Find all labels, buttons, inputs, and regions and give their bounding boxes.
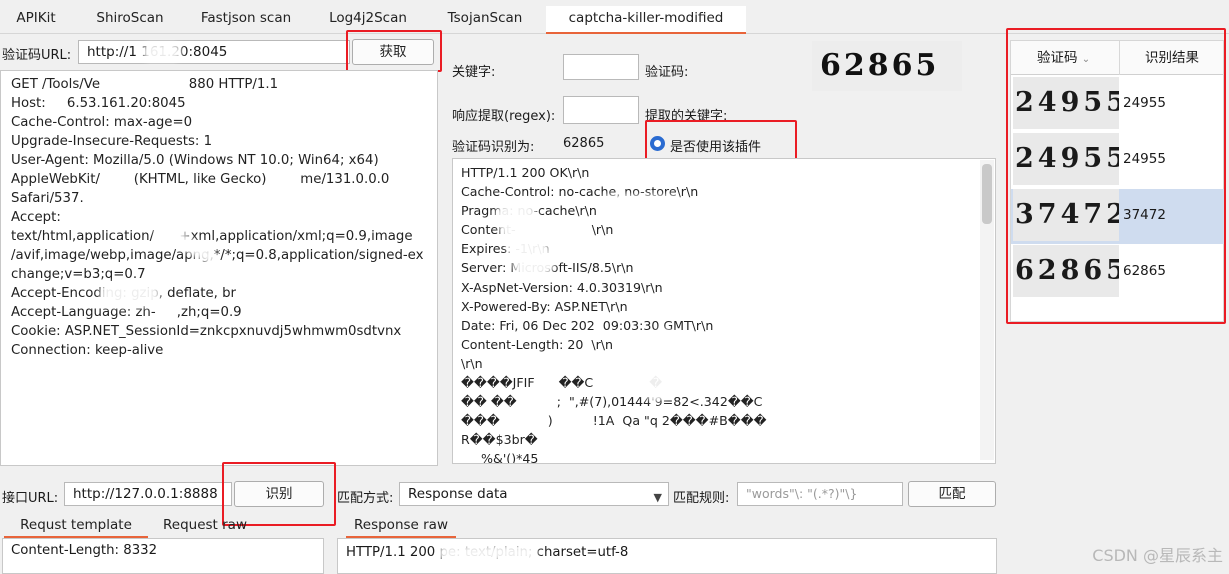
text-line: R��$3br� <box>461 432 538 448</box>
regex-input[interactable] <box>563 96 639 124</box>
sort-icon: ⌄ <box>1081 54 1091 65</box>
match-rule-label: 匹配规则: <box>673 491 730 506</box>
request-lines: GET /Tools/Ve 880 HTTP/1.1 Host: 6.53.161… <box>1 71 437 360</box>
fetch-button[interactable]: 获取 <box>352 39 434 65</box>
text-line: text/html,application/ +xml,application/… <box>11 229 413 244</box>
tab-response-raw[interactable]: Response raw <box>346 514 456 538</box>
redaction-blur <box>438 545 538 561</box>
captcha-thumbnail: 62865 <box>1013 245 1119 297</box>
text-line: Upgrade-Insecure-Requests: 1 <box>11 134 213 149</box>
match-rule-input[interactable]: "words"\: "(.*?)"\} <box>737 482 903 506</box>
table-row[interactable]: 62865 62865 <box>1011 245 1225 300</box>
tab-bar: APIKit ShiroScan Fastjson scan Log4j2Sca… <box>0 0 1229 34</box>
text-line: User-Agent: Mozilla/5.0 (Windows NT 10.0… <box>11 153 379 168</box>
text-line: Connection: keep-alive <box>11 343 164 358</box>
text-line: change;v=b3;q=0.7 <box>11 267 146 282</box>
use-plugin-radio[interactable] <box>650 136 665 151</box>
chevron-down-icon: ▼ <box>653 491 662 504</box>
text-line: X-Powered-By: ASP.NET\r\n <box>461 298 628 314</box>
tab-log4j2scan[interactable]: Log4j2Scan <box>318 6 418 34</box>
result-label: 验证码识别为: <box>452 140 535 155</box>
redaction-blur <box>142 43 182 61</box>
result-cell: 24955 <box>1123 151 1166 167</box>
text-line: Date: Fri, 06 Dec 202 09:03:30 GMT\r\n <box>461 317 714 333</box>
text-line: Cookie: ASP.NET_SessionId=znkcpxnuvdj5wh… <box>11 324 402 339</box>
tab-tsojanscan[interactable]: TsojanScan <box>432 6 538 34</box>
match-mode-value: Response data <box>408 486 508 502</box>
text-line: Accept-Language: zh- ,zh;q=0.9 <box>11 305 242 320</box>
text-line: �� �� ; ",#(7),01444'9=82<.342��C <box>461 394 763 410</box>
text-line: Pragma: no-cache\r\n <box>461 203 597 219</box>
text-line: HTTP/1.1 200 OK\r\n <box>461 165 590 180</box>
tab-request-raw[interactable]: Request raw <box>160 514 250 538</box>
text-line: Safari/537. <box>11 191 84 206</box>
col-result-header[interactable]: 识别结果 <box>1145 41 1199 75</box>
text-line: Accept-Encoding: gzip, deflate, br <box>11 286 237 301</box>
api-url-label: 接口URL: <box>2 491 59 506</box>
tab-request-template[interactable]: Requst template <box>4 514 148 538</box>
text-line: %&'()*45 <box>461 451 539 464</box>
keyword-label: 关键字: <box>452 65 496 80</box>
text-line: Cache-Control: no-cache, no-store\r\n <box>461 184 699 200</box>
text-line: /avif,image/webp,image/apng,*/*;q=0.8,ap… <box>11 248 424 263</box>
column-divider <box>1119 41 1120 75</box>
response-raw-textarea[interactable]: HTTP/1.1 200 pe: text/plain; charset=utf… <box>337 538 997 574</box>
text-line: X-AspNet-Version: 4.0.30319\r\n <box>461 279 663 295</box>
result-value: 62865 <box>563 136 605 151</box>
text-line: AppleWebKit/ (KHTML, like Gecko) me/131.… <box>11 172 390 187</box>
watermark: CSDN @星辰系主 <box>1092 546 1223 565</box>
text-line: ��� ) !1A Qa "q 2���#B��� <box>461 413 767 429</box>
request-textarea[interactable]: GET /Tools/Ve 880 HTTP/1.1 Host: 6.53.161… <box>0 70 438 466</box>
api-url-input[interactable]: http://127.0.0.1:8888 <box>64 482 232 506</box>
recognize-button[interactable]: 识别 <box>234 481 324 507</box>
result-cell: 37472 <box>1123 207 1166 223</box>
history-table: 验证码 ⌄ 识别结果 24955 24955 24955 24955 37472 3747… <box>1010 40 1225 322</box>
captcha-url-input[interactable]: http://1 161.20:8045 <box>78 40 350 64</box>
response-scrollbar[interactable] <box>980 160 994 460</box>
url-label: 验证码URL: <box>2 48 72 63</box>
tab-apikit[interactable]: APIKit <box>0 6 72 34</box>
keyword-input[interactable] <box>563 54 639 80</box>
captcha-thumbnail: 24955 <box>1013 133 1119 185</box>
match-mode-label: 匹配方式: <box>337 491 394 506</box>
text-line: Host: 6.53.161.20:8045 <box>11 96 186 111</box>
response-raw-content: HTTP/1.1 200 pe: text/plain; charset=utf… <box>346 545 629 560</box>
captcha-image: 62865 <box>812 41 962 91</box>
tab-fastjson-scan[interactable]: Fastjson scan <box>190 6 302 34</box>
use-plugin-label[interactable]: 是否使用该插件 <box>670 136 761 155</box>
result-cell: 62865 <box>1123 263 1166 279</box>
template-content: Content-Length: 8332 <box>11 543 158 558</box>
text-line: Content-Length: 20 \r\n <box>461 336 613 352</box>
response-lines: HTTP/1.1 200 OK\r\n Cache-Control: no-cac… <box>453 159 995 464</box>
match-mode-select[interactable]: Response data ▼ <box>399 482 669 506</box>
captcha-thumbnail: 37472 <box>1013 189 1119 241</box>
text-line: Accept: <box>11 210 61 225</box>
redaction-blur <box>600 195 680 211</box>
response-textarea[interactable]: HTTP/1.1 200 OK\r\n Cache-Control: no-cac… <box>452 158 996 464</box>
text-line: Cache-Control: max-age=0 <box>11 115 193 130</box>
regex-label: 响应提取(regex): <box>452 109 556 124</box>
table-row[interactable]: 24955 24955 <box>1011 77 1225 132</box>
template-textarea[interactable]: Content-Length: 8332 <box>2 538 324 574</box>
match-button[interactable]: 匹配 <box>908 481 996 507</box>
extracted-keyword-label: 提取的关键字: <box>645 109 728 124</box>
captcha-thumbnail: 24955 <box>1013 77 1119 129</box>
text-line: GET /Tools/Ve 880 HTTP/1.1 <box>11 77 279 92</box>
result-cell: 24955 <box>1123 95 1166 111</box>
table-row[interactable]: 24955 24955 <box>1011 133 1225 188</box>
text-line: ����JFIF ��C � <box>461 375 663 391</box>
tab-shiroscan[interactable]: ShiroScan <box>80 6 180 34</box>
col-captcha-header[interactable]: 验证码 ⌄ <box>1037 41 1090 77</box>
tab-captcha-killer[interactable]: captcha-killer-modified <box>546 6 746 34</box>
captcha-label: 验证码: <box>645 65 689 80</box>
table-row[interactable]: 37472 37472 <box>1011 189 1225 244</box>
history-table-header: 验证码 ⌄ 识别结果 <box>1011 41 1223 75</box>
text-line: \r\n <box>461 355 483 371</box>
redaction-blur <box>100 283 160 307</box>
